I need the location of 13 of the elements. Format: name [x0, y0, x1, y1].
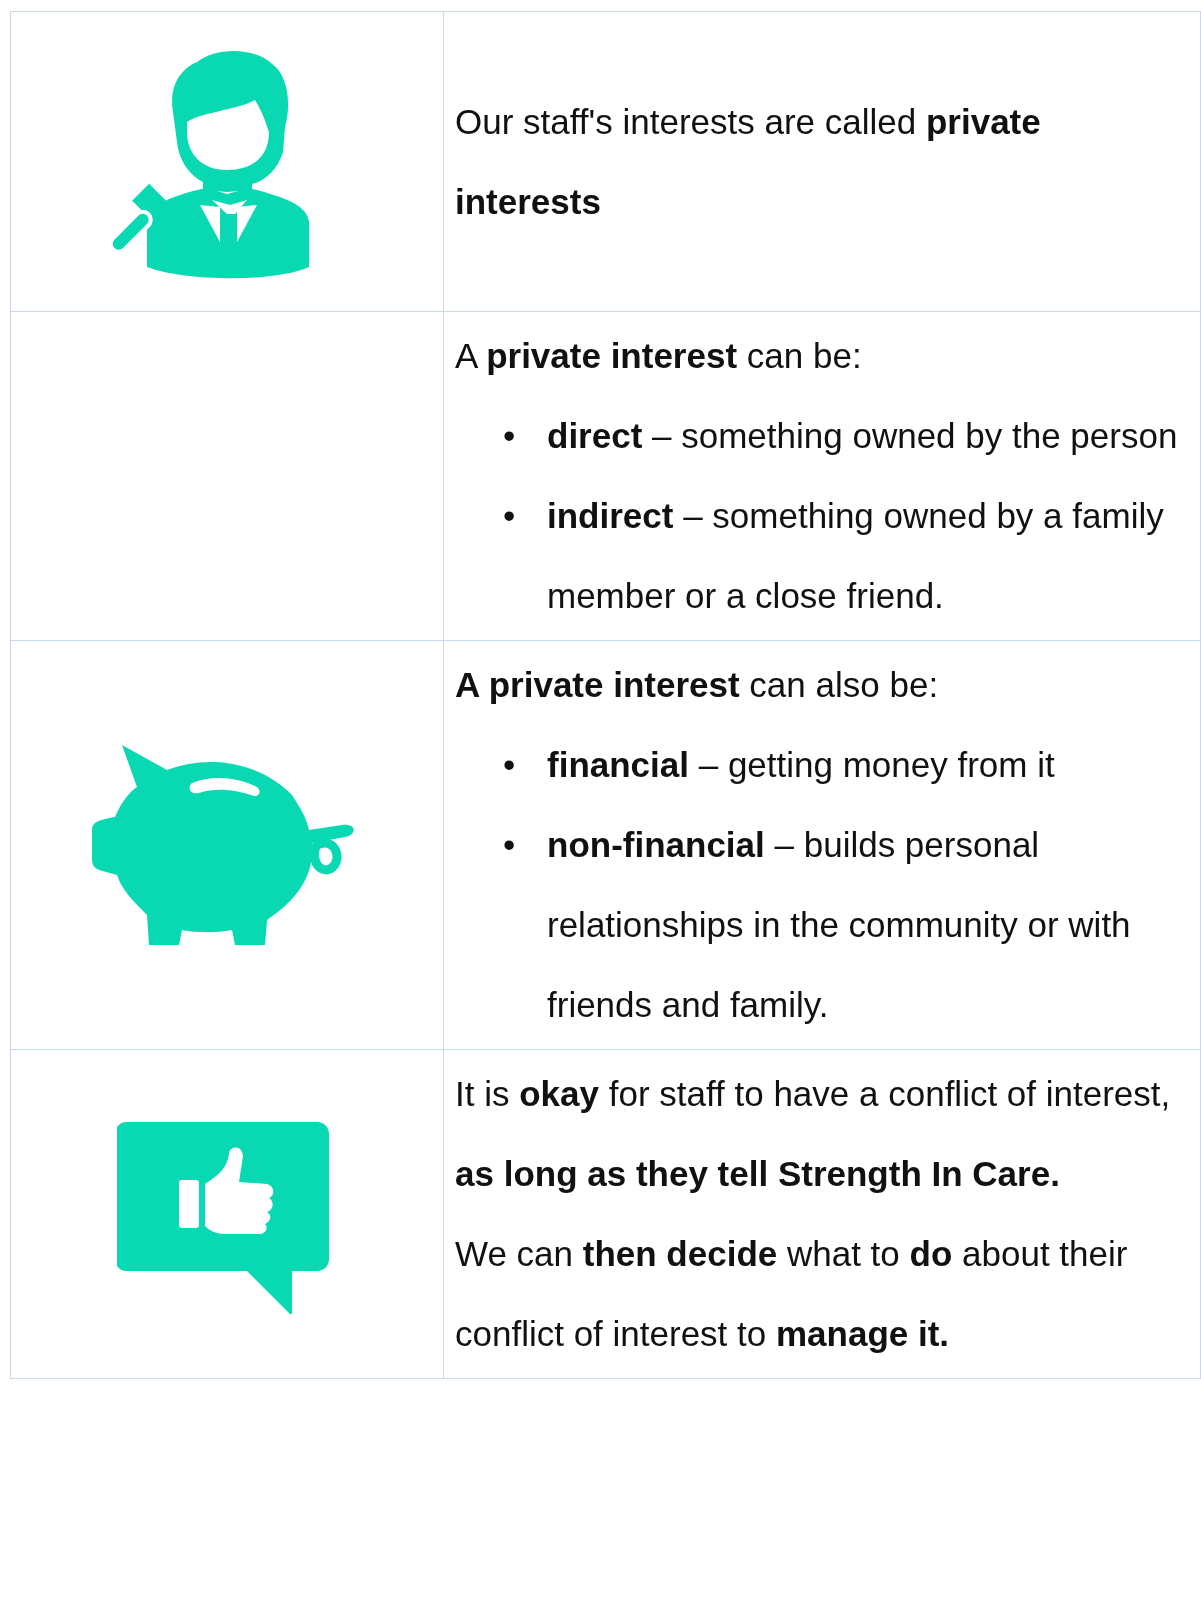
paragraph: It is okay for staff to have a conflict of interest, as long as they tell Strength In Care.	[455, 1073, 1172, 1195]
bullet: •	[503, 824, 517, 866]
list-item: direct – something owned by the person	[547, 415, 1178, 457]
list-item: non-financial – builds personal relationships in the community or with friends and family.	[547, 824, 1132, 1026]
list-item: indirect – something owned by a family member or a close friend.	[547, 495, 1165, 617]
paragraph: A private interest can also be:	[455, 664, 940, 706]
paragraph: Our staff's interests are called private interests	[455, 101, 1042, 223]
paragraph: We can then decide what to do about their conflict of interest to manage it.	[455, 1233, 1129, 1355]
bullet: •	[503, 744, 517, 786]
bullet: •	[503, 415, 517, 457]
paragraph: A private interest can be:	[455, 335, 863, 377]
bullet: •	[503, 495, 517, 537]
list-item: financial – getting money from it	[547, 744, 1055, 786]
